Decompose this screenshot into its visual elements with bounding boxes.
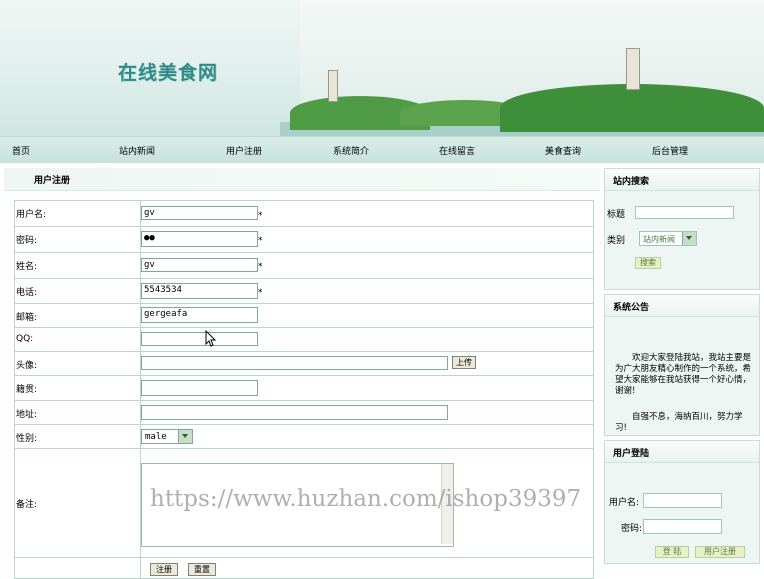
banner-tower	[626, 48, 640, 90]
address-input[interactable]	[141, 405, 448, 420]
chevron-down-icon[interactable]	[178, 430, 192, 443]
search-title: 站内搜索	[613, 177, 650, 187]
gender-value: male	[145, 432, 167, 442]
banner-hill	[500, 84, 764, 132]
search-box: 站内搜索 标题 类别 站内新闻 搜索	[604, 168, 760, 290]
login-title: 用户登陆	[613, 449, 650, 459]
nav-item-home[interactable]: 首页	[12, 144, 30, 157]
main-nav: 首页 站内新闻 用户注册 系统简介 在线留言 美食查询 后台管理	[0, 136, 764, 163]
notice-text: 欢迎大家登陆我站，我站主要是为广大朋友精心制作的一个系统，希望大家能够在我站获得…	[615, 353, 752, 396]
login-register-button[interactable]: 用户注册	[695, 546, 745, 558]
form-row-username: 用户名: gv *	[15, 201, 593, 227]
register-form: 用户名: gv * 密码: ●● * 姓名: gv * 电话: 5543534 …	[14, 200, 594, 579]
phone-label: 电话:	[16, 288, 38, 298]
required-mark: *	[258, 236, 263, 246]
search-title-label: 标题	[607, 210, 626, 220]
form-row-hometown: 籍贯:	[15, 376, 593, 401]
login-username-input[interactable]	[643, 493, 722, 508]
form-row-address: 地址:	[15, 401, 593, 425]
qq-input[interactable]	[141, 332, 258, 346]
nav-item-food-search[interactable]: 美食查询	[545, 144, 581, 157]
gender-label: 性别:	[16, 434, 38, 444]
login-username-label: 用户名:	[609, 498, 640, 508]
name-input[interactable]: gv	[141, 258, 258, 272]
address-label: 地址:	[16, 410, 38, 420]
nav-item-guestbook[interactable]: 在线留言	[439, 144, 475, 157]
banner-pagoda	[328, 70, 338, 102]
search-button[interactable]: 搜索	[635, 257, 661, 269]
site-banner: 在线美食网	[0, 0, 764, 136]
email-label: 邮箱:	[16, 313, 38, 323]
notice-motto: 自强不息，海纳百川，努力学习!	[615, 412, 743, 433]
panel-title: 用户注册	[34, 176, 71, 186]
notice-title: 系统公告	[613, 303, 650, 313]
required-mark: *	[258, 211, 263, 221]
required-mark: *	[258, 288, 263, 298]
qq-label: QQ:	[16, 334, 34, 344]
submit-button[interactable]: 注册	[150, 563, 178, 576]
search-category-select[interactable]: 站内新闻	[639, 231, 697, 246]
nav-item-news[interactable]: 站内新闻	[119, 144, 155, 157]
login-password-input[interactable]	[643, 519, 722, 534]
nav-item-intro[interactable]: 系统简介	[333, 144, 369, 157]
email-input[interactable]: gergeafa	[141, 307, 258, 323]
hometown-label: 籍贯:	[16, 385, 38, 395]
avatar-label: 头像:	[16, 361, 38, 371]
watermark-text: https://www.huzhan.com/ishop39397	[150, 486, 582, 512]
form-row-phone: 电话: 5543534 *	[15, 279, 593, 304]
username-input[interactable]: gv	[141, 206, 258, 220]
form-row-qq: QQ:	[15, 328, 593, 352]
nav-item-register[interactable]: 用户注册	[226, 144, 262, 157]
panel-header: 用户注册	[4, 168, 600, 191]
remark-label: 备注:	[16, 500, 38, 510]
search-category-label: 类别	[607, 236, 626, 246]
name-label: 姓名:	[16, 262, 38, 272]
password-input[interactable]: ●●	[141, 231, 258, 247]
login-button[interactable]: 登 陆	[655, 546, 689, 558]
mouse-cursor-icon	[205, 330, 217, 347]
form-row-password: 密码: ●● *	[15, 227, 593, 253]
nav-item-admin[interactable]: 后台管理	[652, 144, 688, 157]
chevron-down-icon[interactable]	[682, 232, 696, 245]
hometown-input[interactable]	[141, 380, 258, 396]
upload-button[interactable]: 上传	[452, 356, 476, 369]
form-row-actions: 注册 重置	[15, 558, 593, 578]
form-row-avatar: 头像: 上传	[15, 352, 593, 376]
search-title-input[interactable]	[635, 206, 734, 219]
username-label: 用户名:	[16, 210, 47, 220]
phone-input[interactable]: 5543534	[141, 283, 258, 299]
required-mark: *	[258, 262, 263, 272]
login-password-label: 密码:	[621, 524, 643, 534]
form-row-email: 邮箱: gergeafa	[15, 304, 593, 328]
reset-button[interactable]: 重置	[188, 563, 216, 576]
search-category-value: 站内新闻	[643, 235, 675, 244]
notice-box: 系统公告 欢迎大家登陆我站，我站主要是为广大朋友精心制作的一个系统，希望大家能够…	[604, 294, 760, 436]
login-box: 用户登陆 用户名: 密码: 登 陆 用户注册	[604, 440, 760, 564]
site-title: 在线美食网	[118, 62, 219, 84]
gender-select[interactable]: male	[141, 429, 193, 444]
form-row-name: 姓名: gv *	[15, 253, 593, 279]
avatar-input[interactable]	[141, 356, 448, 370]
form-row-gender: 性别: male	[15, 425, 593, 449]
password-label: 密码:	[16, 236, 38, 246]
